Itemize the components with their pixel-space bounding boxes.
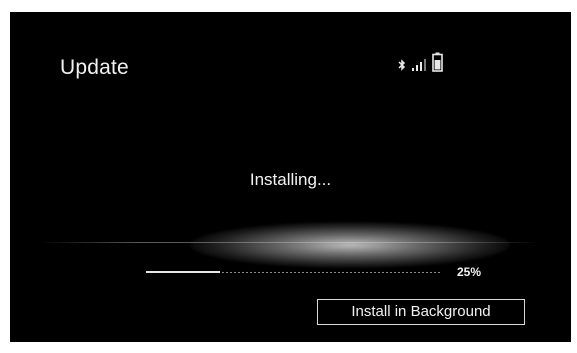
installing-status-text: Installing... [249,170,332,189]
progress-bar-fill [146,271,220,273]
progress-percent-label: 25% [457,265,482,279]
install-in-background-button[interactable]: Install in Background [317,299,525,325]
signal-strength-icon [411,58,427,72]
progress-bar [146,271,442,273]
update-screen: Update Installing... 25% Install in Back… [10,12,571,342]
bluetooth-icon [398,58,406,72]
progress-glow-decoration [190,222,510,268]
battery-icon [432,52,443,72]
status-bar [398,50,443,72]
page-title: Update [60,56,129,79]
